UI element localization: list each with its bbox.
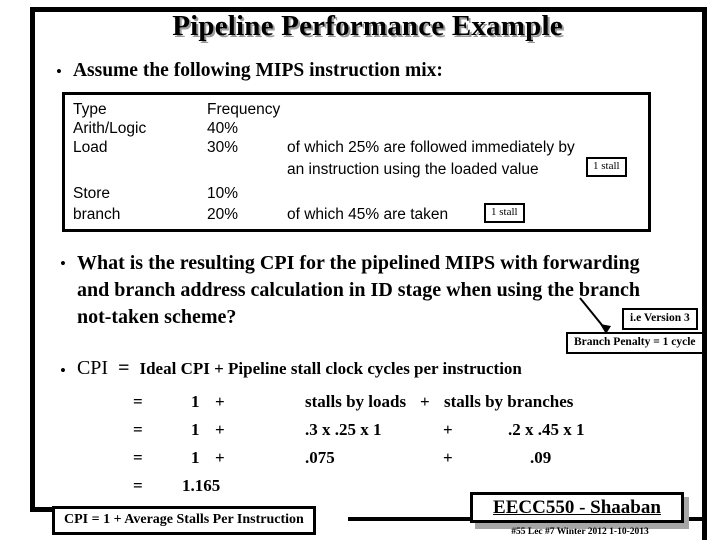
cpi-label: CPI <box>76 357 109 379</box>
table-row-note-load-2: an instruction using the loaded value <box>287 161 539 178</box>
table-row-note-branch: of which 45% are taken <box>287 206 449 223</box>
cpi-equals-sign: = <box>118 357 130 379</box>
course-meta-text: #55 Lec #7 Winter 2012 1-10-2013 <box>511 527 649 537</box>
bullet-question-text: What is the resulting CPI for the pipeli… <box>76 252 641 328</box>
stall-badge-load: 1 stall <box>586 157 627 177</box>
course-badge-text: EECC550 - Shaaban <box>493 496 661 518</box>
eq4-equals: = <box>133 476 143 495</box>
bullet-dot-icon: • <box>60 361 66 380</box>
slide-canvas: Pipeline Performance Example • Assume th… <box>0 0 720 540</box>
bullet-dot-icon: • <box>56 62 62 81</box>
table-row-note-load-1: of which 25% are followed immediately by <box>287 139 575 156</box>
bullet-cpi-question: • What is the resulting CPI for the pipe… <box>60 250 660 331</box>
table-row-freq-branch: 20% <box>207 206 239 223</box>
table-row-type-branch: branch <box>73 206 121 223</box>
callout-branch-penalty: Branch Penalty = 1 cycle <box>566 332 704 354</box>
eq1-branches: stalls by branches <box>444 392 574 411</box>
stall-badge-branch: 1 stall <box>484 203 525 223</box>
frame-border-bottom-middle <box>348 517 474 521</box>
table-header-type: Type <box>73 101 107 118</box>
table-row-type-load: Load <box>73 139 108 156</box>
eq2-plus-1: + <box>215 420 225 439</box>
eq3-equals: = <box>133 448 143 467</box>
table-row-freq-store: 10% <box>207 185 239 202</box>
instruction-mix-table: Type Frequency Arith/Logic 40% Load 30% … <box>62 92 651 232</box>
eq4-result: 1.165 <box>182 476 221 495</box>
frame-border-left <box>30 7 35 512</box>
bullet-cpi-formula: • CPI = Ideal CPI + Pipeline stall clock… <box>60 357 522 380</box>
eq2-plus-2: + <box>443 420 453 439</box>
eq2-loads: .3 x .25 x 1 <box>305 420 382 439</box>
eq2-ideal: 1 <box>191 420 200 439</box>
eq2-branches: .2 x .45 x 1 <box>508 420 585 439</box>
callout-version-note: i.e Version 3 <box>622 308 698 330</box>
course-badge: EECC550 - Shaaban <box>470 492 684 523</box>
footer-cpi-formula-box: CPI = 1 + Average Stalls Per Instruction <box>52 506 316 535</box>
eq3-loads: .075 <box>305 448 335 467</box>
cpi-formula-line: CPI = Ideal CPI + Pipeline stall clock c… <box>77 357 522 380</box>
slide-title: Pipeline Performance Example <box>172 10 563 42</box>
eq1-ideal: 1 <box>191 392 200 411</box>
eq1-loads: stalls by loads <box>305 392 407 411</box>
table-row-type-store: Store <box>73 185 111 202</box>
eq3-branches: .09 <box>530 448 552 467</box>
eq3-plus-2: + <box>443 448 453 467</box>
bullet-assume-instruction-mix: • Assume the following MIPS instruction … <box>56 58 443 83</box>
eq3-plus-1: + <box>215 448 225 467</box>
eq1-plus-2: + <box>420 392 430 411</box>
bullet-assume-text: Assume the following MIPS instruction mi… <box>72 60 443 81</box>
table-row-freq-load: 30% <box>207 139 239 156</box>
bullet-dot-icon: • <box>60 254 66 273</box>
eq1-equals: = <box>133 392 143 411</box>
table-row-type-arith: Arith/Logic <box>73 120 147 137</box>
table-header-frequency: Frequency <box>207 101 281 118</box>
eq1-plus-1: + <box>215 392 225 411</box>
cpi-expression: Ideal CPI + Pipeline stall clock cycles … <box>139 359 522 378</box>
eq3-ideal: 1 <box>191 448 200 467</box>
table-row-freq-arith: 40% <box>207 120 239 137</box>
eq2-equals: = <box>133 420 143 439</box>
frame-border-right <box>702 7 707 540</box>
